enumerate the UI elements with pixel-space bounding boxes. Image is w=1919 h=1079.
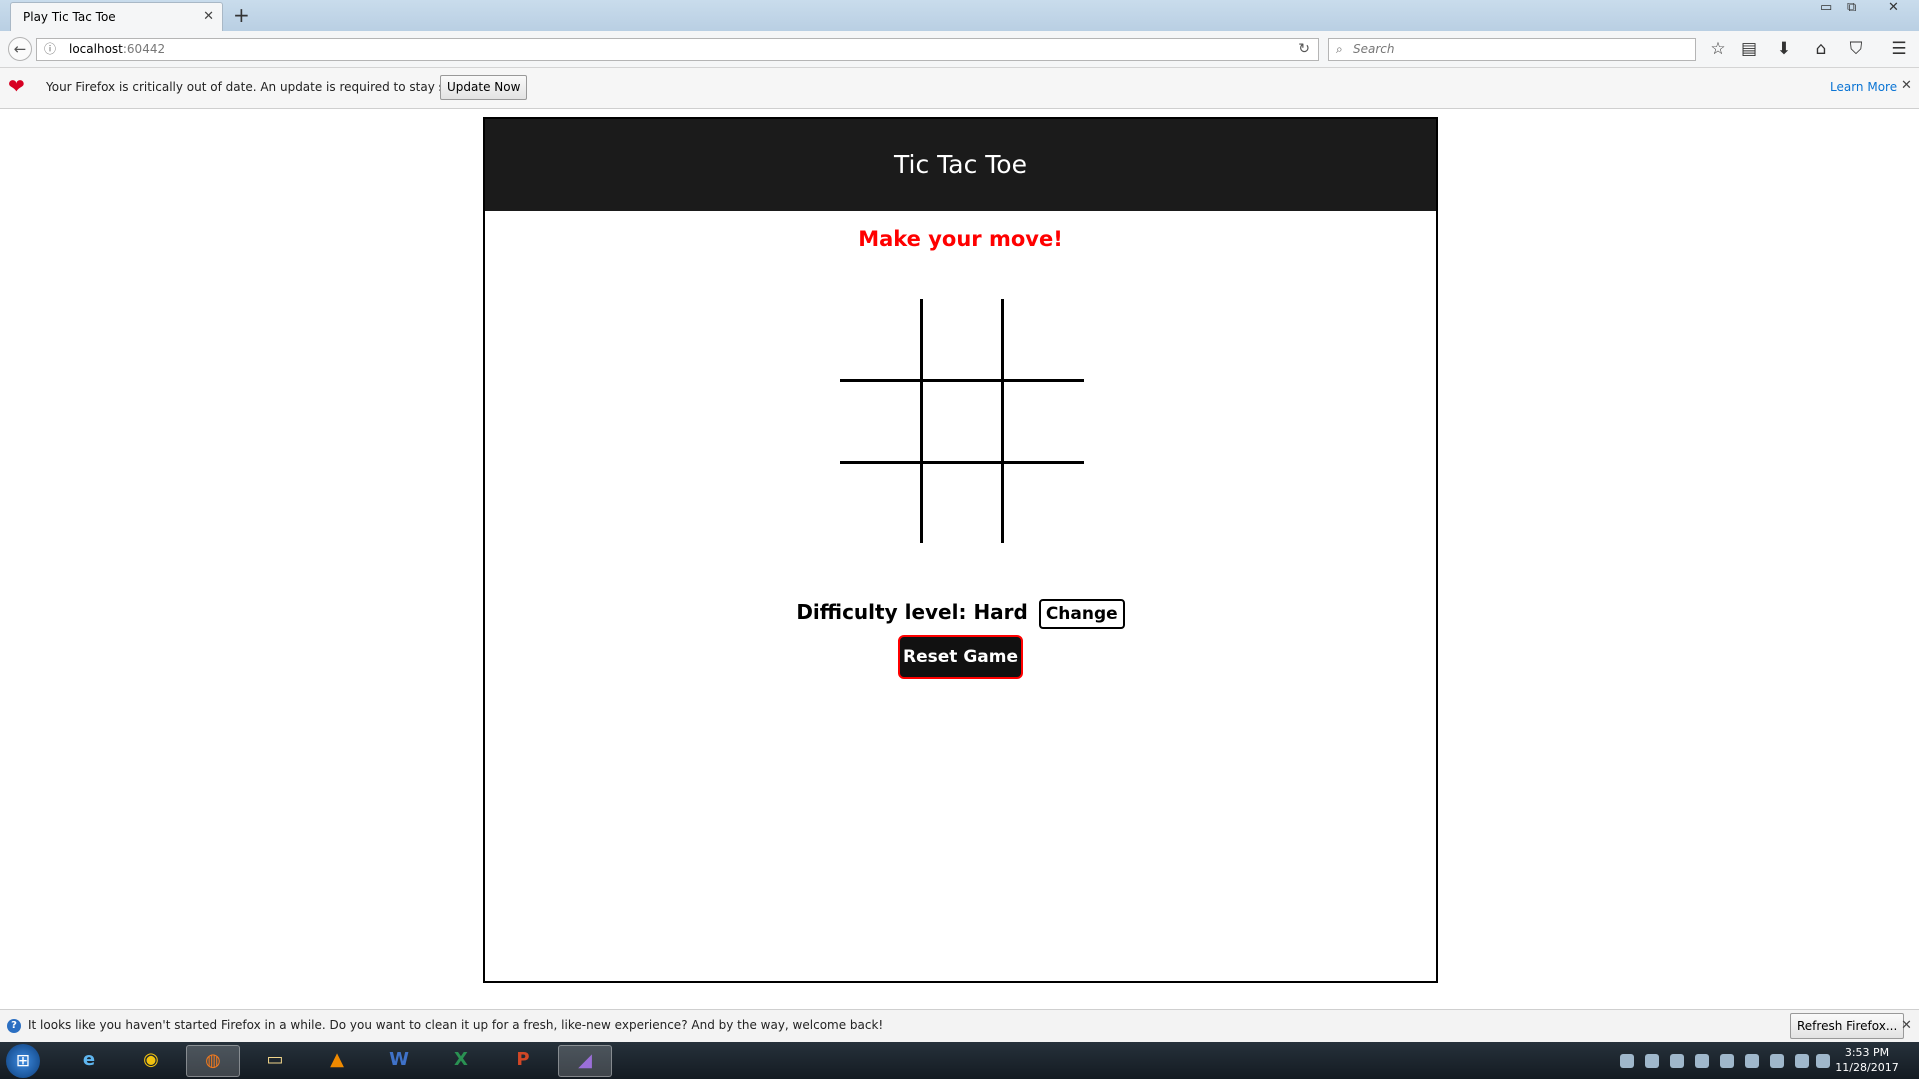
- tray-security-icon[interactable]: [1720, 1054, 1734, 1068]
- windows-taskbar: ⊞ e ◉ ◍ ▭ ▲ W X P ◢ 3:53 PM 11/28/2017: [0, 1042, 1919, 1079]
- board-cell[interactable]: [840, 463, 920, 543]
- minimize-icon[interactable]: ▭: [1820, 0, 1832, 16]
- file-explorer-icon[interactable]: ▭: [248, 1045, 302, 1077]
- search-input[interactable]: ⌕ Search: [1328, 38, 1696, 61]
- home-icon[interactable]: ⌂: [1809, 37, 1833, 61]
- tab-title: Play Tic Tac Toe: [23, 10, 116, 24]
- board-cell[interactable]: [840, 381, 920, 461]
- volume-icon[interactable]: [1816, 1054, 1830, 1068]
- board-cell[interactable]: [840, 299, 920, 379]
- board-cell[interactable]: [1004, 381, 1084, 461]
- tray-app-icon[interactable]: [1670, 1054, 1684, 1068]
- reading-list-icon[interactable]: ▤: [1737, 37, 1761, 61]
- internet-explorer-icon[interactable]: e: [62, 1045, 116, 1077]
- board-cell[interactable]: [922, 381, 1002, 461]
- close-icon[interactable]: ✕: [1901, 78, 1912, 93]
- difficulty-row: Difficulty level: Hard Change: [485, 597, 1436, 629]
- board-cell[interactable]: [922, 463, 1002, 543]
- close-tab-icon[interactable]: ✕: [203, 3, 214, 31]
- restore-icon[interactable]: ⧉: [1847, 0, 1856, 16]
- clock-date: 11/28/2017: [1835, 1061, 1899, 1074]
- page-title: Tic Tac Toe: [485, 119, 1436, 211]
- pocket-icon[interactable]: ⛉: [1844, 37, 1868, 61]
- url-text: localhost:60442: [69, 42, 166, 56]
- start-button[interactable]: ⊞: [6, 1044, 40, 1078]
- refresh-firefox-button[interactable]: Refresh Firefox...: [1790, 1013, 1905, 1039]
- vlc-icon[interactable]: ▲: [310, 1045, 364, 1077]
- grid-line: [920, 299, 923, 543]
- visual-studio-icon[interactable]: ◢: [558, 1045, 612, 1077]
- window-close-icon[interactable]: ✕: [1888, 0, 1899, 16]
- excel-icon[interactable]: X: [434, 1045, 488, 1077]
- heart-warning-icon: ❤: [8, 74, 25, 98]
- close-icon[interactable]: ✕: [1901, 1018, 1912, 1033]
- download-icon[interactable]: ⬇: [1772, 37, 1796, 61]
- system-clock[interactable]: 3:53 PM 11/28/2017: [1832, 1045, 1902, 1075]
- board-cell[interactable]: [1004, 463, 1084, 543]
- update-now-button[interactable]: Update Now: [440, 75, 528, 100]
- clock-time: 3:53 PM: [1844, 1046, 1890, 1059]
- tab-strip: Play Tic Tac Toe ✕ + ▭ ⧉ ✕: [0, 0, 1919, 31]
- update-notification-bar: ❤ Your Firefox is critically out of date…: [0, 68, 1919, 109]
- update-message: Your Firefox is critically out of date. …: [46, 80, 479, 94]
- back-button[interactable]: ←: [8, 37, 32, 61]
- grid-line: [840, 461, 1084, 464]
- question-icon: ?: [7, 1019, 21, 1033]
- word-icon[interactable]: W: [372, 1045, 426, 1077]
- tray-flag-icon[interactable]: [1795, 1054, 1809, 1068]
- chrome-icon[interactable]: ◉: [124, 1045, 178, 1077]
- difficulty-value: Hard: [973, 600, 1028, 624]
- bookmark-star-icon[interactable]: ☆: [1706, 37, 1730, 61]
- learn-more-link[interactable]: Learn More: [1830, 80, 1897, 94]
- search-icon: ⌕: [1336, 42, 1343, 56]
- tray-cloud-icon[interactable]: [1770, 1054, 1784, 1068]
- address-bar[interactable]: ⓘ localhost:60442 ↻: [36, 38, 1319, 61]
- refresh-message: It looks like you haven't started Firefo…: [28, 1018, 884, 1032]
- tray-info-icon[interactable]: [1645, 1054, 1659, 1068]
- powerpoint-icon[interactable]: P: [496, 1045, 550, 1077]
- change-difficulty-button[interactable]: Change: [1038, 598, 1125, 629]
- tray-network-icon[interactable]: [1620, 1054, 1634, 1068]
- firefox-icon[interactable]: ◍: [186, 1045, 240, 1077]
- board-cell[interactable]: [1004, 299, 1084, 379]
- tic-tac-toe-board: [840, 299, 1084, 543]
- menu-icon[interactable]: ☰: [1887, 37, 1911, 61]
- reset-game-button[interactable]: Reset Game: [898, 635, 1023, 679]
- browser-tab[interactable]: Play Tic Tac Toe ✕: [10, 2, 223, 31]
- grid-line: [1001, 299, 1004, 543]
- difficulty-label: Difficulty level:: [796, 600, 967, 624]
- tray-xbox-icon[interactable]: [1745, 1054, 1759, 1068]
- new-tab-button[interactable]: +: [233, 3, 250, 27]
- site-info-icon[interactable]: ⓘ: [44, 39, 56, 60]
- search-placeholder: Search: [1353, 42, 1395, 56]
- tray-sync-icon[interactable]: [1695, 1054, 1709, 1068]
- grid-line: [840, 379, 1084, 382]
- refresh-notification-bar: ? It looks like you haven't started Fire…: [0, 1009, 1919, 1043]
- board-cell[interactable]: [922, 299, 1002, 379]
- reload-icon[interactable]: ↻: [1298, 39, 1310, 60]
- navigation-toolbar: ← ⓘ localhost:60442 ↻ ⌕ Search ☆ ▤ ⬇ ⌂ ⛉…: [0, 31, 1919, 68]
- game-container: Tic Tac Toe Make your move! Difficulty l…: [483, 117, 1438, 983]
- status-message: Make your move!: [858, 227, 1063, 251]
